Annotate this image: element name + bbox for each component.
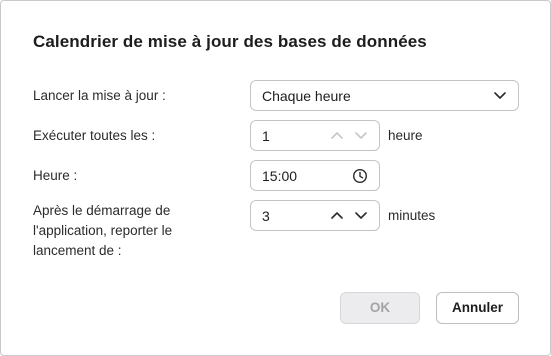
dialog-title: Calendrier de mise à jour des bases de d… <box>33 32 427 51</box>
interval-stepper[interactable]: 1 <box>250 120 380 151</box>
chevron-down-icon[interactable] <box>355 211 367 220</box>
chevron-up-icon <box>331 132 343 139</box>
cancel-button[interactable]: Annuler <box>436 292 519 324</box>
delay-label-line2: l'application, reporter le <box>33 223 173 238</box>
delay-value: 3 <box>262 208 270 224</box>
delay-stepper[interactable]: 3 <box>250 200 380 231</box>
ok-button[interactable]: OK <box>340 292 420 324</box>
time-input[interactable]: 15:00 <box>250 160 380 191</box>
run-update-value: Chaque heure <box>262 88 351 104</box>
update-schedule-dialog: Calendrier de mise à jour des bases de d… <box>0 0 551 356</box>
chevron-up-icon[interactable] <box>331 211 343 220</box>
delay-label-line3: lancement de : <box>33 243 122 258</box>
run-update-label: Lancer la mise à jour : <box>33 88 166 103</box>
delay-label-line1: Après le démarrage de <box>33 203 171 218</box>
interval-value: 1 <box>262 128 270 144</box>
interval-label: Exécuter toutes les : <box>33 128 156 143</box>
time-value: 15:00 <box>262 168 298 184</box>
interval-unit: heure <box>388 128 423 143</box>
time-label: Heure : <box>33 168 78 183</box>
chevron-down-icon[interactable] <box>355 131 367 140</box>
run-update-select[interactable]: Chaque heure <box>250 80 519 111</box>
delay-label: Après le démarrage de l'application, rep… <box>33 201 172 261</box>
clock-icon[interactable] <box>352 168 368 184</box>
delay-unit: minutes <box>388 208 436 223</box>
chevron-down-icon <box>494 92 506 99</box>
